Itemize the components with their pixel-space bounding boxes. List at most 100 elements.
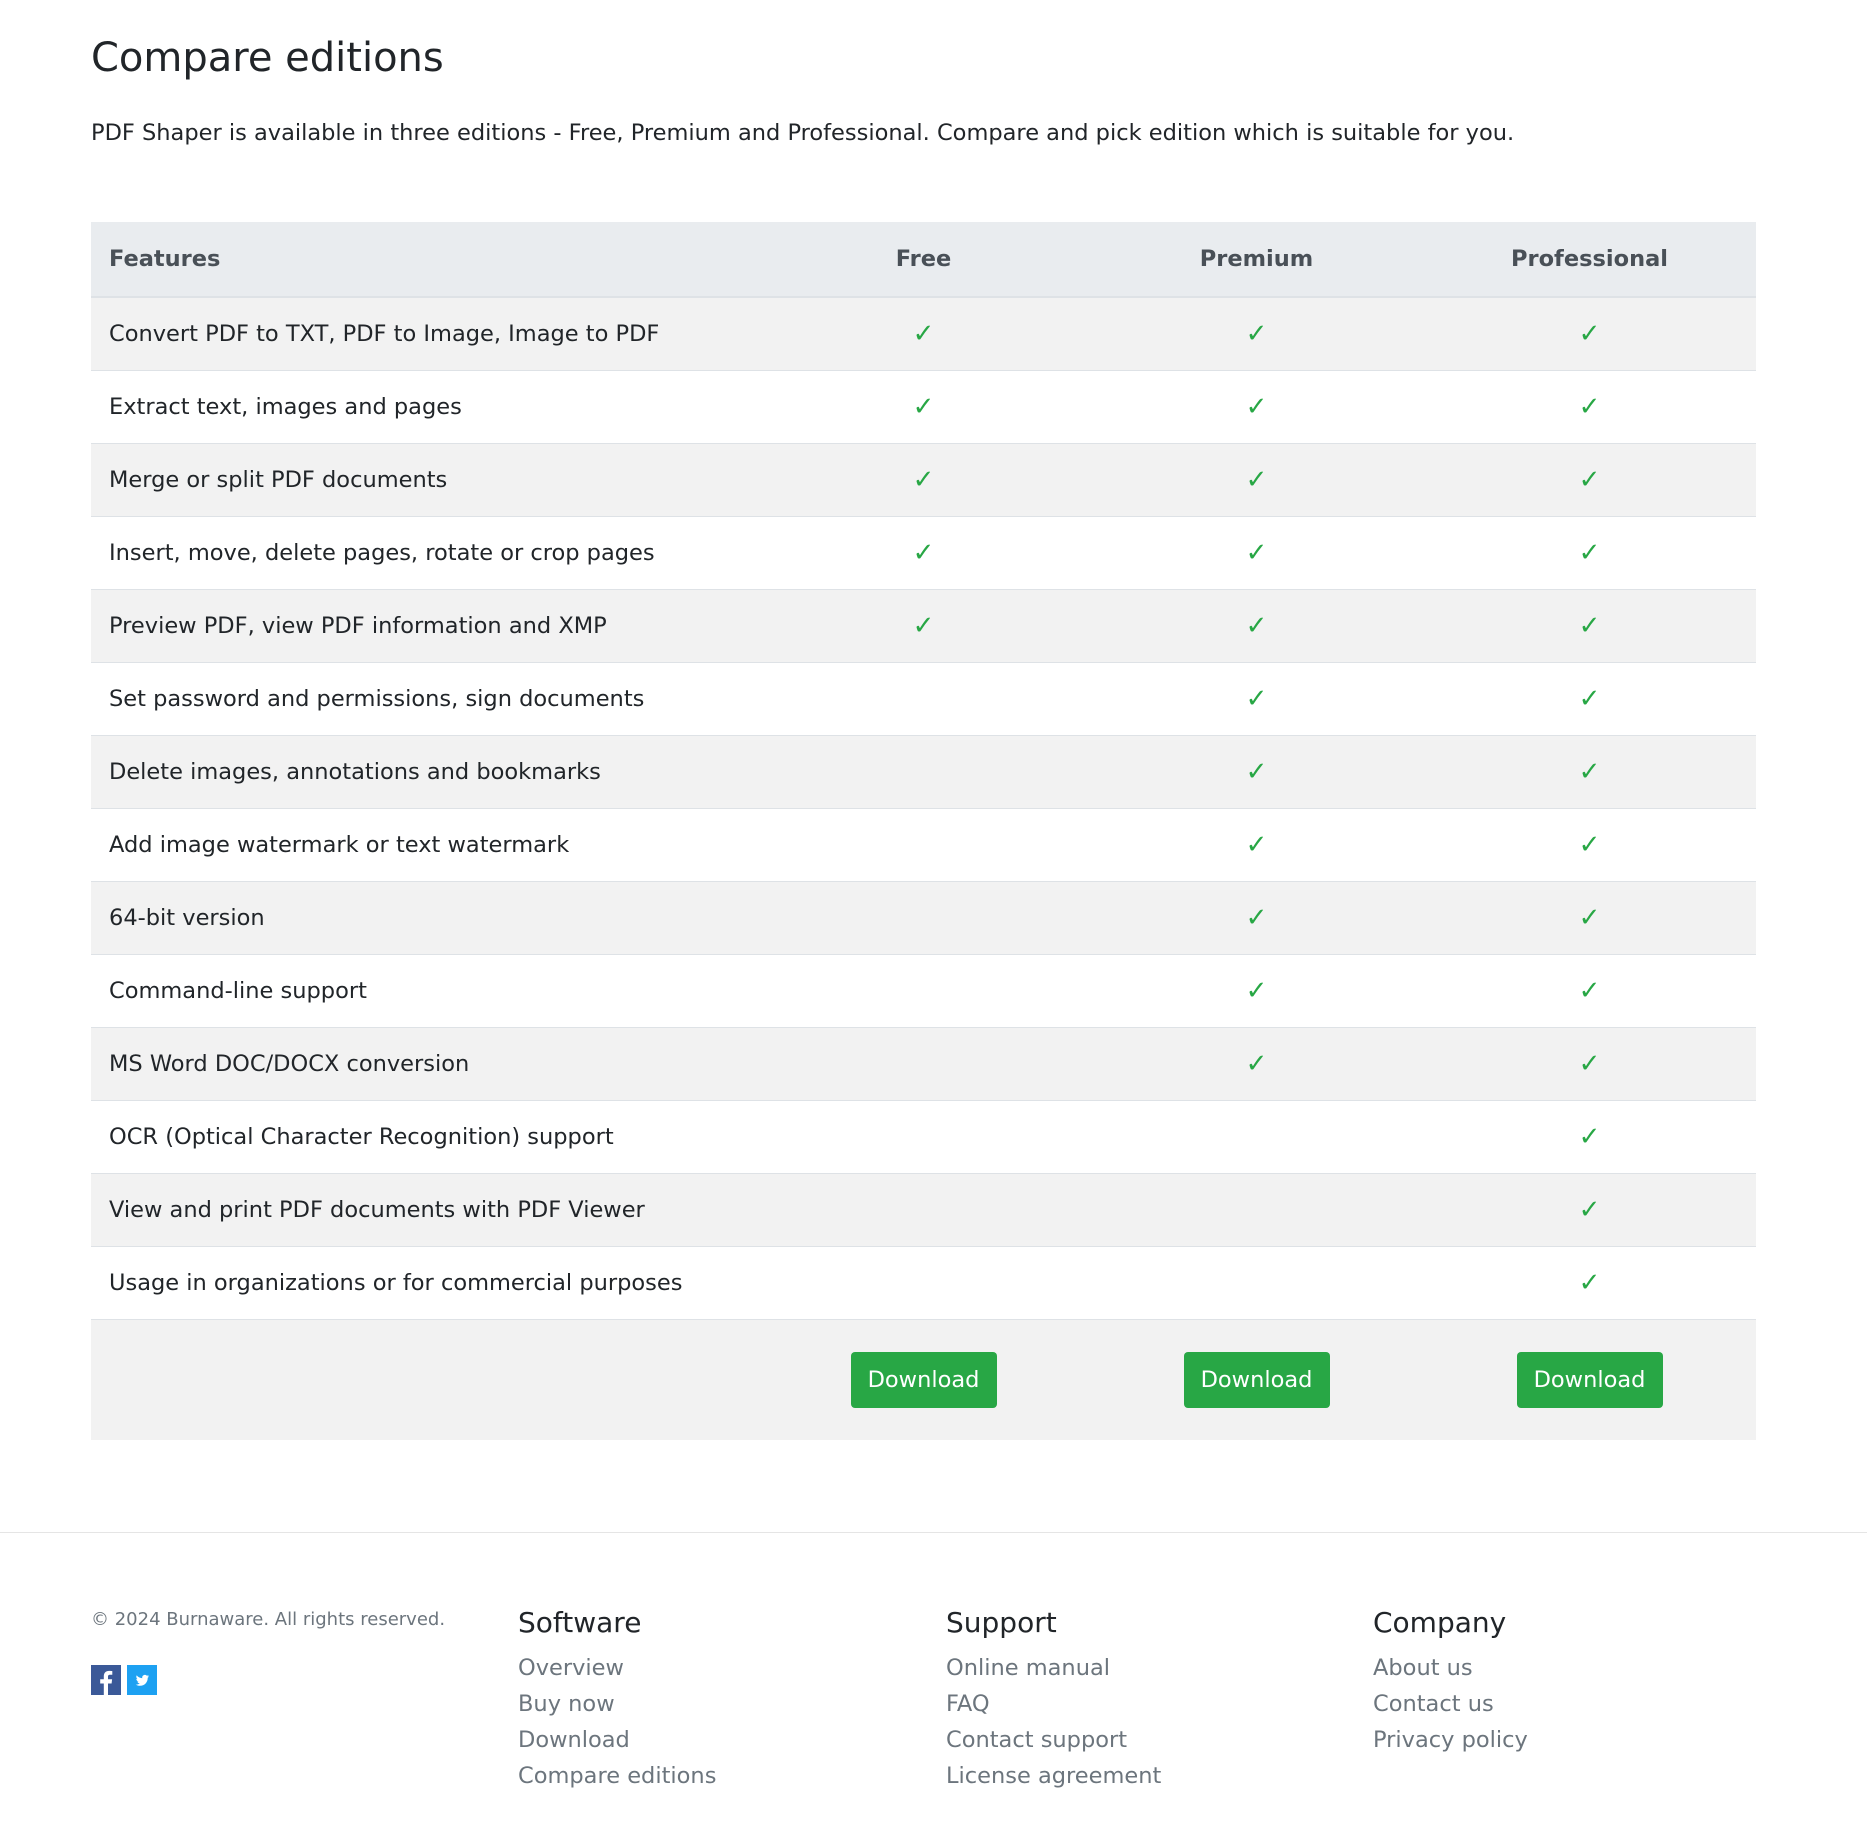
checkmark-icon: ✓ xyxy=(1245,537,1268,568)
checkmark-icon: ✓ xyxy=(1578,537,1601,568)
download-professional-button[interactable]: Download xyxy=(1516,1351,1663,1408)
table-row: View and print PDF documents with PDF Vi… xyxy=(91,1173,1756,1246)
footer-link-contact-us[interactable]: Contact us xyxy=(1373,1691,1494,1717)
checkmark-icon: ✓ xyxy=(1578,610,1601,641)
feature-free-cell xyxy=(757,954,1090,1027)
table-row: Insert, move, delete pages, rotate or cr… xyxy=(91,516,1756,589)
social-links xyxy=(91,1665,157,1695)
feature-free-cell xyxy=(757,662,1090,735)
table-row: Add image watermark or text watermark ✓ ✓ xyxy=(91,808,1756,881)
checkmark-icon: ✓ xyxy=(1578,829,1601,860)
feature-professional-cell: ✓ xyxy=(1423,516,1756,589)
footer-software-links: Overview Buy now Download Compare editio… xyxy=(518,1650,716,1794)
feature-professional-cell: ✓ xyxy=(1423,662,1756,735)
feature-name: Set password and permissions, sign docum… xyxy=(109,685,645,712)
table-row: Preview PDF, view PDF information and XM… xyxy=(91,589,1756,662)
feature-professional-cell: ✓ xyxy=(1423,881,1756,954)
feature-free-cell: ✓ xyxy=(757,516,1090,589)
feature-name: OCR (Optical Character Recognition) supp… xyxy=(109,1123,614,1150)
feature-premium-cell xyxy=(1090,1173,1423,1246)
checkmark-icon: ✓ xyxy=(1578,902,1601,933)
feature-name: Merge or split PDF documents xyxy=(109,466,448,493)
feature-free-cell: ✓ xyxy=(757,370,1090,443)
checkmark-icon: ✓ xyxy=(912,464,935,495)
feature-free-cell: ✓ xyxy=(757,589,1090,662)
twitter-icon[interactable] xyxy=(127,1665,157,1695)
feature-premium-cell: ✓ xyxy=(1090,370,1423,443)
footer-link-buy-now[interactable]: Buy now xyxy=(518,1691,615,1717)
feature-premium-cell: ✓ xyxy=(1090,297,1423,370)
table-body: Convert PDF to TXT, PDF to Image, Image … xyxy=(91,297,1756,1440)
footer-software: Software Overview Buy now Download Compa… xyxy=(518,1604,716,1794)
footer-company-links: About us Contact us Privacy policy xyxy=(1373,1650,1528,1758)
feature-professional-cell: ✓ xyxy=(1423,370,1756,443)
feature-professional-cell: ✓ xyxy=(1423,808,1756,881)
footer-link-privacy-policy[interactable]: Privacy policy xyxy=(1373,1727,1528,1753)
checkmark-icon: ✓ xyxy=(1245,975,1268,1006)
feature-professional-cell: ✓ xyxy=(1423,589,1756,662)
feature-name: Convert PDF to TXT, PDF to Image, Image … xyxy=(109,320,660,347)
feature-professional-cell: ✓ xyxy=(1423,954,1756,1027)
feature-name: Extract text, images and pages xyxy=(109,393,462,420)
download-free-button[interactable]: Download xyxy=(850,1351,997,1408)
footer-link-faq[interactable]: FAQ xyxy=(946,1691,990,1717)
table-row: Set password and permissions, sign docum… xyxy=(91,662,1756,735)
table-row: Command-line support ✓ ✓ xyxy=(91,954,1756,1027)
checkmark-icon: ✓ xyxy=(1245,1048,1268,1079)
download-row: Download Download Download xyxy=(91,1319,1756,1440)
footer-support: Support Online manual FAQ Contact suppor… xyxy=(946,1604,1161,1794)
checkmark-icon: ✓ xyxy=(912,318,935,349)
feature-free-cell: ✓ xyxy=(757,297,1090,370)
feature-premium-cell: ✓ xyxy=(1090,516,1423,589)
feature-free-cell xyxy=(757,1027,1090,1100)
footer-support-links: Online manual FAQ Contact support Licens… xyxy=(946,1650,1161,1794)
download-cell-premium: Download xyxy=(1090,1319,1423,1440)
checkmark-icon: ✓ xyxy=(912,610,935,641)
feature-premium-cell: ✓ xyxy=(1090,443,1423,516)
feature-premium-cell xyxy=(1090,1100,1423,1173)
table-row: Convert PDF to TXT, PDF to Image, Image … xyxy=(91,297,1756,370)
footer-support-heading: Support xyxy=(946,1606,1057,1639)
feature-free-cell xyxy=(757,1173,1090,1246)
footer-link-download[interactable]: Download xyxy=(518,1727,630,1753)
table-row: Usage in organizations or for commercial… xyxy=(91,1246,1756,1319)
footer-link-overview[interactable]: Overview xyxy=(518,1655,624,1681)
feature-professional-cell: ✓ xyxy=(1423,1246,1756,1319)
footer-link-compare-editions[interactable]: Compare editions xyxy=(518,1763,716,1789)
page-title: Compare editions xyxy=(91,35,444,81)
checkmark-icon: ✓ xyxy=(1245,829,1268,860)
feature-name: Delete images, annotations and bookmarks xyxy=(109,758,601,785)
feature-premium-cell: ✓ xyxy=(1090,1027,1423,1100)
checkmark-icon: ✓ xyxy=(912,391,935,422)
checkmark-icon: ✓ xyxy=(1245,756,1268,787)
checkmark-icon: ✓ xyxy=(1245,318,1268,349)
checkmark-icon: ✓ xyxy=(1578,756,1601,787)
feature-name: Command-line support xyxy=(109,977,367,1004)
feature-name: Preview PDF, view PDF information and XM… xyxy=(109,612,607,639)
table-row: Delete images, annotations and bookmarks… xyxy=(91,735,1756,808)
table-row: Merge or split PDF documents ✓ ✓ ✓ xyxy=(91,443,1756,516)
footer-link-about-us[interactable]: About us xyxy=(1373,1655,1473,1681)
feature-professional-cell: ✓ xyxy=(1423,443,1756,516)
copyright-text: © 2024 Burnaware. All rights reserved. xyxy=(91,1609,446,1630)
footer-link-license-agreement[interactable]: License agreement xyxy=(946,1763,1161,1789)
feature-name: View and print PDF documents with PDF Vi… xyxy=(109,1196,645,1223)
intro-text: PDF Shaper is available in three edition… xyxy=(91,120,1515,146)
footer-link-online-manual[interactable]: Online manual xyxy=(946,1655,1110,1681)
checkmark-icon: ✓ xyxy=(1578,975,1601,1006)
comparison-table: Features Free Premium Professional Conve… xyxy=(91,222,1756,1440)
feature-professional-cell: ✓ xyxy=(1423,735,1756,808)
feature-professional-cell: ✓ xyxy=(1423,297,1756,370)
checkmark-icon: ✓ xyxy=(1578,1121,1601,1152)
footer-link-contact-support[interactable]: Contact support xyxy=(946,1727,1127,1753)
checkmark-icon: ✓ xyxy=(1578,1048,1601,1079)
feature-premium-cell: ✓ xyxy=(1090,808,1423,881)
facebook-icon[interactable] xyxy=(91,1665,121,1695)
checkmark-icon: ✓ xyxy=(1245,464,1268,495)
feature-premium-cell xyxy=(1090,1246,1423,1319)
feature-free-cell xyxy=(757,1246,1090,1319)
download-premium-button[interactable]: Download xyxy=(1183,1351,1330,1408)
feature-premium-cell: ✓ xyxy=(1090,589,1423,662)
feature-premium-cell: ✓ xyxy=(1090,735,1423,808)
checkmark-icon: ✓ xyxy=(1578,464,1601,495)
